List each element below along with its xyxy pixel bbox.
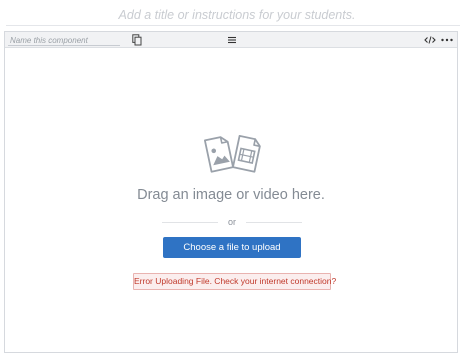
or-divider: or [162,215,302,229]
media-upload-component: Drag an image or video here. or Choose a… [4,31,458,353]
upload-drop-zone[interactable]: Drag an image or video here. or Choose a… [5,49,457,352]
image-video-icon [203,134,261,173]
component-name-input[interactable] [8,35,120,46]
drag-instruction: Drag an image or video here. [137,187,325,203]
choose-file-button[interactable]: Choose a file to upload [163,237,301,258]
title-divider [6,25,460,26]
code-icon[interactable] [424,34,436,46]
component-toolbar [5,32,457,48]
more-icon[interactable] [440,34,454,46]
activity-title-area[interactable]: Add a title or instructions for your stu… [0,0,474,30]
activity-title-placeholder[interactable]: Add a title or instructions for your stu… [0,8,474,22]
copy-icon[interactable] [132,34,142,46]
upload-error-message: Error Uploading File. Check your interne… [133,273,336,290]
menu-icon[interactable] [227,34,237,46]
or-divider-line-right [246,222,302,223]
